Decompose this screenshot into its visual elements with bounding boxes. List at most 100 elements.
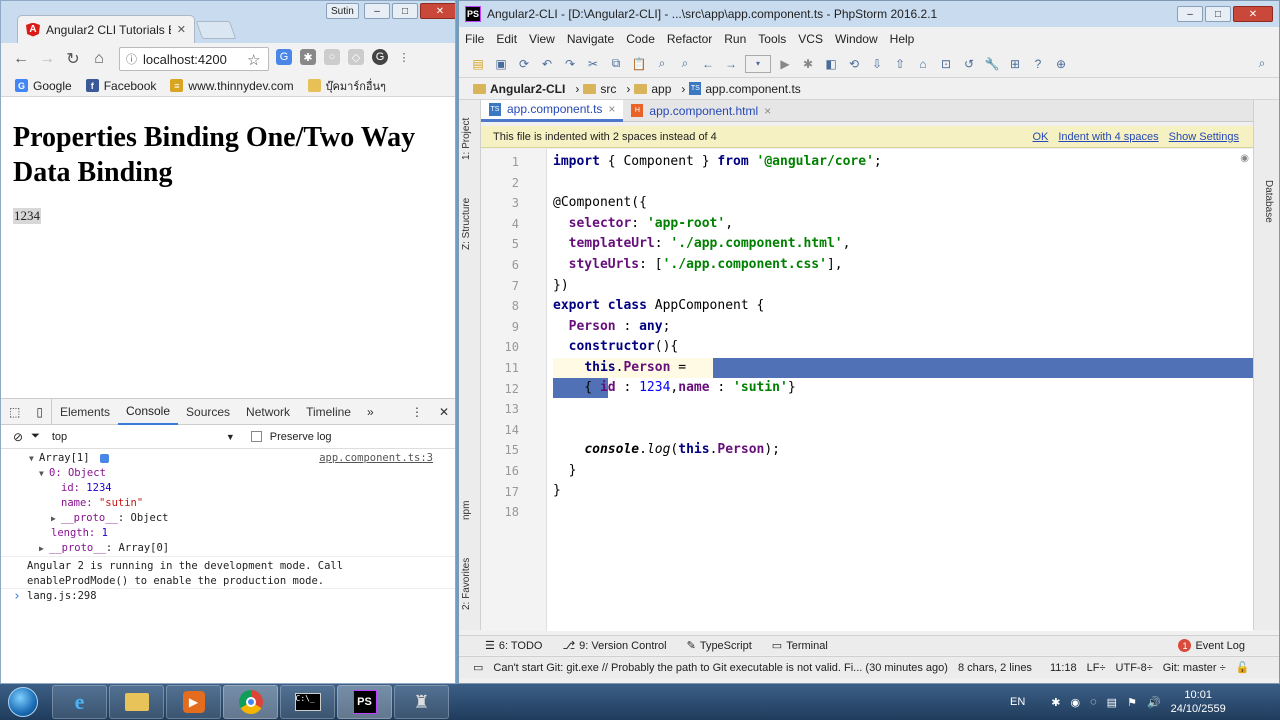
console-row[interactable]: ▶ __proto__: Object	[1, 511, 455, 526]
expanded-triangle-icon[interactable]: ▼	[39, 466, 49, 481]
preserve-log-checkbox[interactable]	[250, 431, 262, 442]
console-row[interactable]: ▼ 0: Object	[1, 466, 455, 481]
translate-icon[interactable]: G	[276, 49, 292, 65]
bookmark-thinnydev[interactable]: ≡ www.thinnydev.com	[170, 79, 294, 93]
open-folder-icon[interactable]: ▤	[469, 55, 487, 73]
back-arrow-icon[interactable]: ←	[9, 50, 33, 68]
tab-sources[interactable]: Sources	[178, 399, 238, 425]
messenger-tray-icon[interactable]: ◌	[1090, 696, 1097, 708]
tab-elements[interactable]: Elements	[52, 399, 118, 425]
tab-close-icon[interactable]: ×	[608, 102, 615, 116]
menu-file[interactable]: File	[459, 32, 490, 46]
menu-code[interactable]: Code	[620, 32, 661, 46]
menu-edit[interactable]: Edit	[490, 32, 523, 46]
app-taskbar-button[interactable]: ♜	[394, 685, 449, 719]
collapsed-triangle-icon[interactable]: ▶	[51, 511, 61, 526]
extension-g-icon[interactable]: G	[372, 49, 388, 65]
new-tab-button[interactable]	[195, 21, 237, 39]
run-icon[interactable]: ▶	[776, 55, 794, 73]
phpstorm-taskbar-button[interactable]: PS	[337, 685, 392, 719]
filter-icon[interactable]: ⏷	[31, 430, 40, 443]
sync-icon[interactable]: ⟳	[515, 55, 533, 73]
eye-icon[interactable]: ◉	[1240, 153, 1249, 164]
vcs-commit-icon[interactable]: ⇧	[891, 55, 909, 73]
search-everywhere-icon[interactable]: ⌕	[1253, 55, 1271, 73]
inspect-element-icon[interactable]: ⬚	[1, 399, 28, 425]
context-select[interactable]: top	[48, 431, 218, 443]
network-icon[interactable]: ▤	[1107, 696, 1117, 709]
tab-close-icon[interactable]: ✕	[177, 23, 186, 36]
bookmark-google[interactable]: G Google	[15, 79, 72, 93]
menu-refactor[interactable]: Refactor	[661, 32, 718, 46]
tab-close-icon[interactable]: ×	[764, 104, 771, 118]
clear-console-icon[interactable]: ⊘	[13, 430, 23, 444]
notice-ok-link[interactable]: OK	[1032, 131, 1048, 143]
save-icon[interactable]: ▣	[492, 55, 510, 73]
extension-puzzle-icon[interactable]: ✱	[300, 49, 316, 65]
code-editor[interactable]: import { Component } from '@angular/core…	[481, 149, 1253, 631]
help-icon[interactable]: ?	[1029, 55, 1047, 73]
minimize-button[interactable]: –	[1177, 6, 1203, 22]
close-button[interactable]: ✕	[1233, 6, 1273, 22]
chrome-taskbar-button[interactable]	[223, 685, 278, 719]
devtools-menu-icon[interactable]: ⋮	[403, 399, 431, 425]
tab-console[interactable]: Console	[117, 399, 179, 425]
tool-project[interactable]: 1: Project	[461, 118, 472, 160]
status-toggle-icon[interactable]: ▭	[473, 661, 483, 674]
source-link[interactable]: lang.js:298	[27, 590, 97, 602]
extension-circle-icon[interactable]: ○	[324, 49, 340, 65]
ie-taskbar-button[interactable]: e	[52, 685, 107, 719]
todo-tool-button[interactable]: ☰ 6: TODO	[485, 639, 542, 653]
redo-icon[interactable]: ↷	[561, 55, 579, 73]
bookmark-facebook[interactable]: f Facebook	[85, 79, 156, 93]
tool-favorites[interactable]: 2: Favorites	[461, 558, 472, 610]
minimize-button[interactable]: –	[364, 3, 390, 19]
dropbox-icon[interactable]: ◇	[348, 49, 364, 65]
run-config-dropdown[interactable]: ▾	[745, 54, 771, 73]
cut-icon[interactable]: ✂	[584, 55, 602, 73]
typescript-tool-button[interactable]: ✎ TypeScript	[687, 639, 752, 653]
undo-icon[interactable]: ↶	[538, 55, 556, 73]
tool-database[interactable]: Database	[1263, 180, 1274, 223]
copy-icon[interactable]: ⧉	[607, 55, 625, 73]
menu-window[interactable]: Window	[829, 32, 884, 46]
menu-help[interactable]: Help	[884, 32, 921, 46]
tab-network[interactable]: Network	[238, 399, 298, 425]
tool-structure[interactable]: Z: Structure	[461, 198, 472, 250]
maximize-button[interactable]: □	[392, 3, 418, 19]
plugin-icon[interactable]: ⊕	[1052, 55, 1070, 73]
clock[interactable]: 10:01 24/10/2559	[1171, 688, 1226, 716]
forward-arrow-icon[interactable]: →	[35, 50, 59, 68]
lock-icon[interactable]: 🔓	[1236, 661, 1250, 674]
status-encoding[interactable]: UTF-8÷	[1116, 662, 1153, 674]
volume-icon[interactable]: 🔊	[1147, 696, 1161, 709]
profile-badge[interactable]: Sutin	[326, 3, 359, 19]
menu-tools[interactable]: Tools	[752, 32, 792, 46]
find-icon[interactable]: ⌕	[653, 55, 671, 73]
reload-icon[interactable]: ↻	[61, 49, 85, 69]
info-icon[interactable]: ⓘ	[126, 51, 137, 67]
forward-icon[interactable]: →	[722, 55, 740, 73]
menu-view[interactable]: View	[523, 32, 561, 46]
browser-tab[interactable]: A Angular2 CLI Tutorials By ✕	[17, 15, 195, 43]
devtools-close-icon[interactable]: ✕	[431, 399, 455, 425]
collapsed-triangle-icon[interactable]: ▶	[39, 541, 49, 556]
stop-icon[interactable]: ⟲	[845, 55, 863, 73]
version-control-tool-button[interactable]: ⎇ 9: Version Control	[562, 639, 666, 653]
status-vcs-branch[interactable]: Git: master ÷	[1163, 662, 1226, 674]
paste-icon[interactable]: 📋	[630, 55, 648, 73]
console-row[interactable]: ▶ __proto__: Array[0]	[1, 541, 455, 556]
file-tab-component-html[interactable]: H app.component.html ×	[623, 100, 779, 122]
bluetooth-icon[interactable]: ✱	[1051, 696, 1060, 709]
context-dropdown-icon[interactable]: ▼	[226, 432, 235, 442]
coverage-icon[interactable]: ◧	[822, 55, 840, 73]
more-tabs-button[interactable]: »	[359, 399, 382, 425]
replace-icon[interactable]: ⌕	[676, 55, 694, 73]
back-icon[interactable]: ←	[699, 55, 717, 73]
debug-icon[interactable]: ✱	[799, 55, 817, 73]
event-log-button[interactable]: 1 Event Log	[1178, 639, 1245, 652]
explorer-taskbar-button[interactable]	[109, 685, 164, 719]
status-line-separator[interactable]: LF÷	[1087, 662, 1106, 674]
chrome-tray-icon[interactable]: ◉	[1071, 696, 1081, 709]
file-tab-component-ts[interactable]: TS app.component.ts ×	[481, 99, 624, 122]
